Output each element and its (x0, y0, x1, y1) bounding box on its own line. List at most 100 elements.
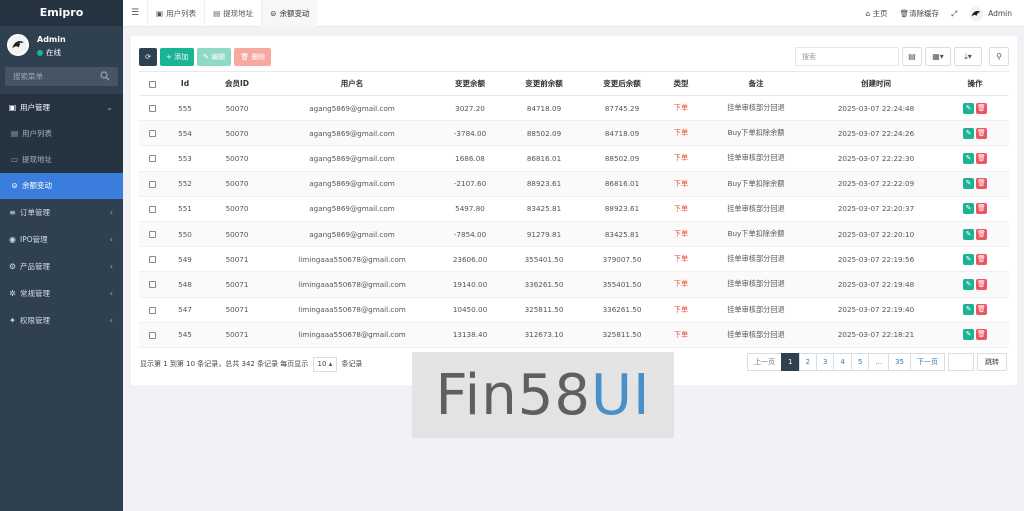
row-select-cell[interactable] (139, 322, 165, 348)
table-row[interactable]: 552 50070 agang5869@gmail.com -2107.60 88923… (139, 171, 1009, 197)
delete-row-icon[interactable]: 🗑 (976, 253, 987, 265)
table-search-input[interactable] (795, 47, 899, 66)
row-checkbox[interactable] (148, 281, 156, 289)
delete-row-icon[interactable]: 🗑 (976, 203, 987, 215)
edit-row-icon[interactable]: ✎ (963, 127, 974, 139)
page-button[interactable]: 4 (833, 353, 852, 371)
row-checkbox[interactable] (148, 130, 156, 138)
col-header[interactable]: Id (165, 71, 205, 96)
sidebar-item-withdraw-address[interactable]: ▭ 提现地址 (0, 147, 123, 173)
advanced-search-icon[interactable]: ⚲ (989, 47, 1009, 66)
prev-page-button[interactable]: 上一页 (747, 353, 783, 371)
row-select-cell[interactable] (139, 271, 165, 298)
sidebar-item-order-management[interactable]: ≡ 订单管理 ‹ (0, 199, 123, 226)
sidebar-item-balance-change[interactable]: ⊜ 余额变动 (0, 173, 123, 199)
col-header[interactable]: 备注 (701, 71, 811, 96)
tab-balance-change[interactable]: ⊜ 余额变动 (261, 0, 318, 27)
sidebar-item-permission-management[interactable]: ✦ 权限管理 ‹ (0, 307, 123, 334)
delete-row-icon[interactable]: 🗑 (976, 127, 987, 139)
table-row[interactable]: 547 50071 limingaaa550678@gmail.com 10450.0… (139, 297, 1009, 323)
col-header[interactable]: 会员ID (205, 71, 269, 96)
sidebar-item-user-management[interactable]: ▣ 用户管理 ⌄ (0, 94, 123, 121)
edit-row-icon[interactable]: ✎ (963, 203, 974, 215)
export-dropdown-icon[interactable]: ⤓▾ (954, 47, 982, 66)
jump-button[interactable]: 跳转 (977, 353, 1007, 371)
delete-row-icon[interactable]: 🗑 (976, 329, 987, 341)
search-icon[interactable] (100, 71, 110, 81)
col-header[interactable]: 用户名 (269, 71, 435, 96)
edit-row-icon[interactable]: ✎ (963, 102, 974, 114)
col-header[interactable]: 变更余额 (435, 71, 505, 96)
page-button[interactable]: 1 (781, 353, 800, 371)
row-checkbox[interactable] (148, 105, 156, 113)
clear-cache-link[interactable]: 🗑清除缓存 (900, 8, 940, 19)
row-checkbox[interactable] (148, 331, 156, 339)
row-checkbox[interactable] (148, 155, 156, 163)
table-row[interactable]: 545 50071 limingaaa550678@gmail.com 13138.4… (139, 322, 1009, 348)
toggle-view-icon[interactable]: ▤ (902, 47, 922, 66)
sidebar-item-general-management[interactable]: ✲ 常规管理 ‹ (0, 280, 123, 307)
add-button[interactable]: + 添加 (160, 48, 195, 66)
delete-row-icon[interactable]: 🗑 (976, 228, 987, 240)
sidebar-item-user-list[interactable]: ▤ 用户列表 (0, 121, 123, 147)
row-checkbox[interactable] (148, 256, 156, 264)
fullscreen-icon[interactable]: ⤢ (951, 9, 957, 19)
table-row[interactable]: 551 50070 agang5869@gmail.com 5497.80 83425.… (139, 196, 1009, 222)
row-select-cell[interactable] (139, 171, 165, 197)
page-button[interactable]: 3 (815, 353, 835, 371)
delete-row-icon[interactable]: 🗑 (976, 178, 987, 190)
row-select-cell[interactable] (139, 120, 165, 147)
page-size-select[interactable]: 10 ▴ (312, 357, 338, 372)
row-checkbox[interactable] (148, 231, 156, 239)
delete-row-icon[interactable]: 🗑 (976, 102, 987, 114)
table-row[interactable]: 548 50071 limingaaa550678@gmail.com 19140.0… (139, 271, 1009, 298)
select-all-checkbox[interactable] (148, 80, 156, 88)
row-select-cell[interactable] (139, 297, 165, 323)
sidebar-item-product-management[interactable]: ⚙ 产品管理 ‹ (0, 253, 123, 280)
jump-page-input[interactable] (948, 353, 974, 371)
columns-dropdown-icon[interactable]: ▦▾ (925, 47, 951, 66)
edit-button[interactable]: ✎ 编辑 (197, 48, 232, 66)
tab-user-list[interactable]: ▣ 用户列表 (147, 0, 204, 27)
row-checkbox[interactable] (148, 180, 156, 188)
row-select-cell[interactable] (139, 196, 165, 222)
col-header[interactable]: 变更后余额 (583, 71, 661, 96)
brand-logo[interactable]: Emipro (0, 0, 123, 26)
table-row[interactable]: 550 50070 agang5869@gmail.com -7854.00 91279… (139, 221, 1009, 248)
table-row[interactable]: 549 50071 limingaaa550678@gmail.com 23606.0… (139, 246, 1009, 273)
row-checkbox[interactable] (148, 306, 156, 314)
table-row[interactable]: 553 50070 agang5869@gmail.com 1686.08 86816.… (139, 145, 1009, 172)
edit-row-icon[interactable]: ✎ (963, 253, 974, 265)
row-select-cell[interactable] (139, 246, 165, 273)
select-all-header[interactable] (139, 71, 165, 96)
row-select-cell[interactable] (139, 221, 165, 248)
delete-button[interactable]: 🗑 删除 (234, 48, 272, 66)
delete-row-icon[interactable]: 🗑 (976, 152, 987, 164)
refresh-button[interactable]: ⟳ (139, 48, 157, 66)
home-link[interactable]: ⌂ 主页 (865, 8, 887, 19)
delete-row-icon[interactable]: 🗑 (976, 304, 987, 316)
user-menu[interactable]: Admin (969, 6, 1012, 21)
avatar[interactable] (7, 34, 29, 56)
row-select-cell[interactable] (139, 145, 165, 172)
edit-row-icon[interactable]: ✎ (963, 304, 974, 316)
edit-row-icon[interactable]: ✎ (963, 329, 974, 341)
col-header[interactable]: 创建时间 (811, 71, 941, 96)
edit-row-icon[interactable]: ✎ (963, 178, 974, 190)
sidebar-item-ipo-management[interactable]: ◉ IPO管理 ‹ (0, 226, 123, 253)
next-page-button[interactable]: 下一页 (910, 353, 945, 371)
edit-row-icon[interactable]: ✎ (963, 228, 974, 240)
row-select-cell[interactable] (139, 95, 165, 122)
table-row[interactable]: 555 50070 agang5869@gmail.com 3027.20 84718.… (139, 95, 1009, 122)
page-button[interactable]: 5 (850, 353, 870, 371)
page-button[interactable]: 2 (798, 353, 817, 371)
row-checkbox[interactable] (148, 205, 156, 213)
table-row[interactable]: 554 50070 agang5869@gmail.com -3784.00 88502… (139, 120, 1009, 147)
delete-row-icon[interactable]: 🗑 (976, 278, 987, 290)
hamburger-menu-icon[interactable]: ☰ (131, 8, 139, 18)
page-button[interactable]: 35 (888, 353, 911, 371)
col-header[interactable]: 类型 (661, 71, 701, 96)
edit-row-icon[interactable]: ✎ (963, 152, 974, 164)
col-header[interactable]: 变更前余额 (505, 71, 583, 96)
edit-row-icon[interactable]: ✎ (963, 278, 974, 290)
